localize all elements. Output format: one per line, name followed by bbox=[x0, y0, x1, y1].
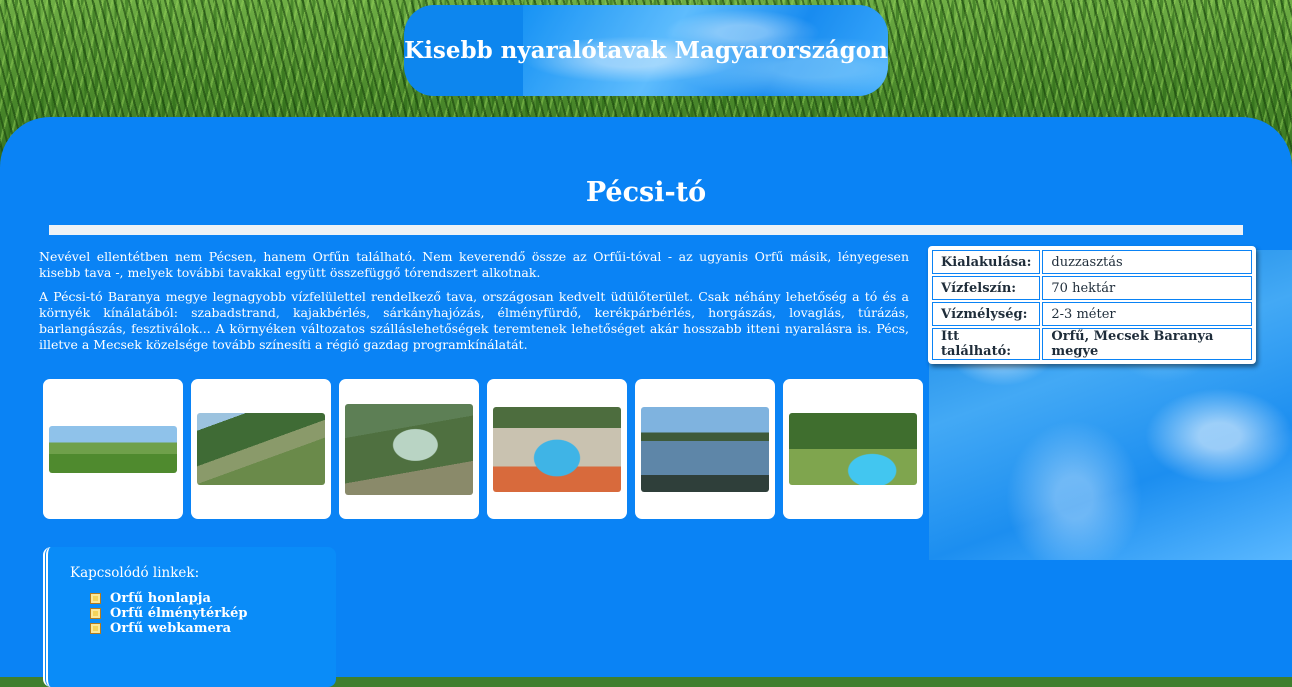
aerial-village-photo[interactable] bbox=[345, 403, 473, 495]
list-item: Orfű honlapja bbox=[90, 591, 247, 606]
aerial-lake-photo[interactable] bbox=[197, 413, 325, 485]
fact-key: Itt található: bbox=[932, 328, 1041, 360]
list-item: Orfű webkamera bbox=[90, 621, 247, 636]
table-row: Itt található: Orfű, Mecsek Baranya megy… bbox=[932, 328, 1252, 360]
gallery-thumb[interactable] bbox=[783, 379, 923, 519]
gallery-thumb[interactable] bbox=[43, 379, 183, 519]
link-orfu-homepage[interactable]: Orfű honlapja bbox=[110, 591, 211, 606]
fact-key: Kialakulása: bbox=[932, 250, 1041, 274]
waterpark-photo[interactable] bbox=[493, 406, 621, 492]
bullet-icon bbox=[90, 608, 101, 619]
gallery-thumb[interactable] bbox=[487, 379, 627, 519]
pool-garden-photo[interactable] bbox=[789, 413, 917, 485]
intro-paragraph: Nevével ellentétben nem Pécsen, hanem Or… bbox=[39, 249, 909, 280]
bullet-icon bbox=[90, 593, 101, 604]
fact-key: Vízmélység: bbox=[932, 302, 1041, 326]
landscape-photo[interactable] bbox=[49, 425, 177, 473]
related-links-box: Kapcsolódó linkek: Orfű honlapja Orfű él… bbox=[43, 547, 336, 687]
title-divider bbox=[49, 225, 1243, 235]
gallery-thumb[interactable] bbox=[635, 379, 775, 519]
site-title: Kisebb nyaralótavak Magyarországon bbox=[404, 37, 888, 64]
table-row: Vízfelszín: 70 hektár bbox=[932, 276, 1252, 300]
table-row: Vízmélység: 2-3 méter bbox=[932, 302, 1252, 326]
fact-value: 70 hektár bbox=[1042, 276, 1252, 300]
bullet-icon bbox=[90, 623, 101, 634]
site-header: Kisebb nyaralótavak Magyarországon bbox=[404, 5, 888, 96]
fact-key: Vízfelszín: bbox=[932, 276, 1041, 300]
photo-gallery bbox=[43, 379, 923, 519]
link-orfu-webcam[interactable]: Orfű webkamera bbox=[110, 621, 231, 636]
facts-table: Kialakulása: duzzasztás Vízfelszín: 70 h… bbox=[928, 246, 1256, 364]
link-orfu-map[interactable]: Orfű élménytérkép bbox=[110, 606, 247, 621]
fact-value: duzzasztás bbox=[1042, 250, 1252, 274]
list-item: Orfű élménytérkép bbox=[90, 606, 247, 621]
page-title: Pécsi-tó bbox=[585, 177, 707, 208]
table-row: Kialakulása: duzzasztás bbox=[932, 250, 1252, 274]
related-links-list: Orfű honlapja Orfű élménytérkép Orfű web… bbox=[90, 591, 247, 636]
intro-paragraph: A Pécsi-tó Baranya megye legnagyobb vízf… bbox=[39, 289, 909, 352]
fact-value: Orfű, Mecsek Baranya megye bbox=[1042, 328, 1252, 360]
gallery-thumb[interactable] bbox=[339, 379, 479, 519]
gallery-thumb[interactable] bbox=[191, 379, 331, 519]
related-links-title: Kapcsolódó linkek: bbox=[70, 565, 200, 581]
lake-pier-photo[interactable] bbox=[641, 406, 769, 492]
fact-value: 2-3 méter bbox=[1042, 302, 1252, 326]
intro-text: Nevével ellentétben nem Pécsen, hanem Or… bbox=[39, 249, 909, 361]
